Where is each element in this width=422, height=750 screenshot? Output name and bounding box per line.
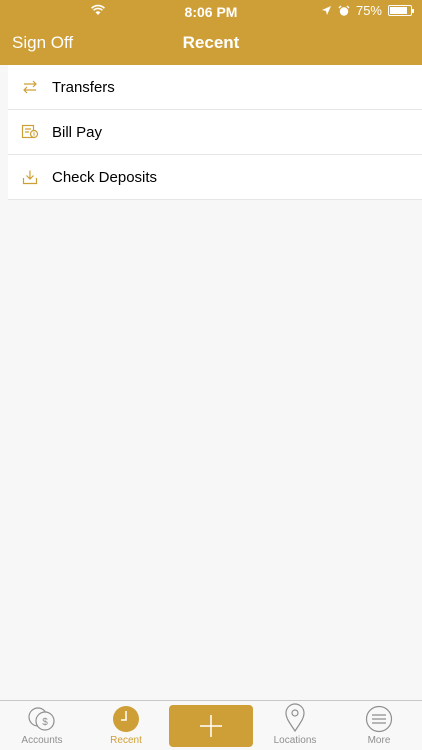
tab-label: More [367, 735, 391, 746]
battery-icon [388, 5, 414, 16]
status-bar: 8:06 PM 75% [0, 0, 422, 22]
battery-percent: 75% [355, 3, 382, 18]
accounts-coins-icon: $ [0, 701, 84, 733]
tab-accounts[interactable]: $ Accounts [0, 701, 84, 750]
transfer-arrows-icon [8, 80, 52, 94]
clock-icon [84, 701, 168, 733]
location-arrow-icon [321, 6, 331, 15]
location-pin-icon [253, 701, 337, 733]
tab-label: Accounts [21, 735, 63, 746]
tab-recent[interactable]: Recent [84, 701, 168, 750]
list-item-label: Bill Pay [52, 123, 103, 141]
list-item-label: Transfers [52, 78, 115, 96]
bill-pay-icon [8, 124, 52, 140]
tab-label: Locations [273, 735, 317, 746]
list-item-bill-pay[interactable]: Bill Pay [8, 110, 422, 155]
list-item-transfers[interactable]: Transfers [8, 65, 422, 110]
status-right: 75% [321, 3, 414, 18]
svg-text:$: $ [42, 717, 48, 728]
header: 8:06 PM 75% Sign Off Recent [0, 0, 422, 65]
recent-list: Transfers Bill Pay Check Deposits [8, 65, 422, 200]
alarm-clock-icon [338, 5, 350, 16]
list-item-label: Check Deposits [52, 168, 158, 186]
tab-more[interactable]: More [337, 701, 421, 750]
nav-bar: Sign Off Recent [0, 22, 422, 65]
add-button[interactable] [169, 705, 253, 747]
list-item-check-deposits[interactable]: Check Deposits [8, 155, 422, 200]
tab-locations[interactable]: Locations [253, 701, 337, 750]
download-tray-icon [8, 169, 52, 185]
tab-label: Recent [110, 735, 142, 746]
tab-bar: $ Accounts Recent Locations More [0, 700, 422, 750]
menu-icon [337, 701, 421, 733]
page-title: Recent [182, 33, 240, 52]
plus-icon [200, 715, 222, 737]
